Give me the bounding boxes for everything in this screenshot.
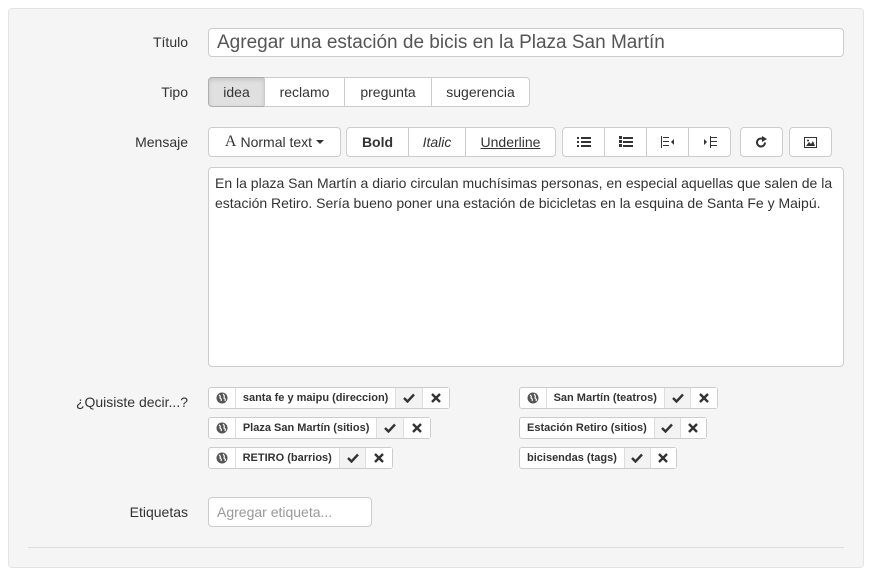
accept-button[interactable] bbox=[338, 448, 366, 468]
outdent-icon bbox=[660, 136, 674, 148]
close-icon bbox=[431, 393, 441, 403]
indent-button[interactable] bbox=[688, 127, 731, 157]
reject-button[interactable] bbox=[403, 418, 431, 438]
check-icon bbox=[661, 423, 674, 433]
redo-group bbox=[740, 127, 783, 157]
suggestion-text: Estación Retiro (sitios) bbox=[527, 422, 647, 434]
redo-icon bbox=[756, 135, 767, 147]
accept-button[interactable] bbox=[663, 388, 691, 408]
list-group bbox=[562, 127, 731, 157]
check-icon bbox=[671, 393, 684, 403]
outdent-button[interactable] bbox=[646, 127, 689, 157]
unordered-list-button[interactable] bbox=[562, 127, 605, 157]
reject-button[interactable] bbox=[649, 448, 676, 468]
accept-button[interactable] bbox=[623, 448, 650, 468]
accept-button[interactable] bbox=[376, 418, 404, 438]
italic-button[interactable]: Italic bbox=[408, 127, 466, 157]
tipo-idea-button[interactable]: idea bbox=[208, 77, 265, 107]
check-icon bbox=[384, 423, 397, 433]
tipo-reclamo-button[interactable]: reclamo bbox=[264, 77, 345, 107]
check-icon bbox=[631, 453, 644, 463]
font-style-dropdown[interactable]: A Normal text bbox=[208, 127, 341, 157]
close-icon bbox=[412, 423, 422, 433]
close-icon bbox=[658, 453, 669, 463]
reject-button[interactable] bbox=[365, 448, 393, 468]
tipo-label: Tipo bbox=[161, 84, 188, 100]
font-group: A Normal text bbox=[208, 127, 341, 157]
mensaje-textarea[interactable]: En la plaza San Martín a diario circulan… bbox=[208, 167, 844, 367]
etiquetas-label: Etiquetas bbox=[129, 504, 188, 520]
accept-button[interactable] bbox=[395, 388, 423, 408]
suggestion-text: bicisendas (tags) bbox=[527, 452, 617, 464]
reject-button[interactable] bbox=[690, 388, 717, 408]
suggestion-chip: RETIRO (barrios) bbox=[208, 447, 393, 469]
suggestion-chip: San Martín (teatros) bbox=[519, 387, 718, 409]
indent-icon bbox=[703, 136, 717, 148]
unordered-list-icon bbox=[576, 137, 591, 147]
globe-icon bbox=[520, 388, 546, 408]
check-icon bbox=[346, 453, 359, 463]
reject-button[interactable] bbox=[422, 388, 450, 408]
redo-button[interactable] bbox=[740, 127, 783, 157]
suggestion-chip: Plaza San Martín (sitios) bbox=[208, 417, 431, 439]
underline-button[interactable]: Underline bbox=[465, 127, 556, 157]
suggestion-text: santa fe y maipu (direccion) bbox=[234, 388, 395, 408]
bold-button[interactable]: Bold bbox=[346, 127, 409, 157]
sugerencias-label: ¿Quisiste decir...? bbox=[75, 394, 188, 410]
divider bbox=[28, 547, 844, 548]
suggestion-text: RETIRO (barrios) bbox=[234, 448, 339, 468]
image-icon bbox=[804, 136, 817, 148]
image-group bbox=[789, 127, 832, 157]
suggestion-chip: Estación Retiro (sitios) bbox=[519, 417, 707, 439]
globe-icon bbox=[209, 448, 235, 468]
globe-icon bbox=[209, 418, 235, 438]
globe-icon bbox=[209, 388, 235, 408]
accept-button[interactable] bbox=[653, 418, 680, 438]
insert-image-button[interactable] bbox=[789, 127, 832, 157]
titulo-input[interactable]: Agregar una estación de bicis en la Plaz… bbox=[208, 28, 844, 57]
suggestion-chip: santa fe y maipu (direccion) bbox=[208, 387, 450, 409]
mensaje-label: Mensaje bbox=[135, 134, 188, 150]
close-icon bbox=[374, 453, 385, 463]
check-icon bbox=[403, 393, 416, 403]
ordered-list-icon bbox=[618, 136, 633, 147]
tipo-button-group: idea reclamo pregunta sugerencia bbox=[208, 77, 530, 107]
format-group: Bold Italic Underline bbox=[346, 127, 556, 157]
suggestion-text: Plaza San Martín (sitios) bbox=[234, 418, 377, 438]
tipo-pregunta-button[interactable]: pregunta bbox=[344, 77, 432, 107]
titulo-label: Título bbox=[152, 34, 188, 50]
close-icon bbox=[699, 393, 710, 403]
caret-down-icon bbox=[316, 140, 325, 144]
font-style-label: Normal text bbox=[240, 134, 313, 150]
font-glyph-icon: A bbox=[224, 133, 237, 150]
tipo-sugerencia-button[interactable]: sugerencia bbox=[431, 77, 530, 107]
suggestion-text: San Martín (teatros) bbox=[545, 388, 664, 408]
ordered-list-button[interactable] bbox=[604, 127, 647, 157]
etiquetas-input[interactable]: Agregar etiqueta... bbox=[208, 497, 372, 527]
reject-button[interactable] bbox=[679, 418, 706, 438]
close-icon bbox=[688, 423, 699, 433]
suggestion-chip: bicisendas (tags) bbox=[519, 447, 677, 469]
